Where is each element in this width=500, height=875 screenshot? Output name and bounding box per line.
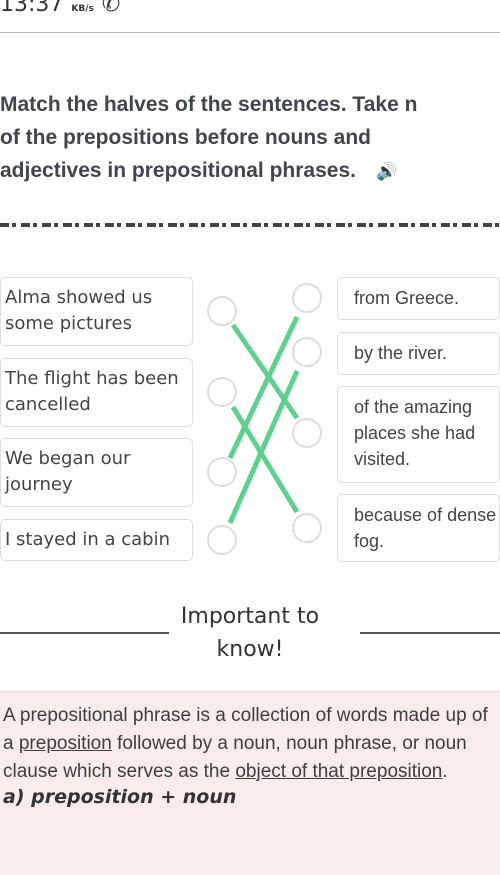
left-connector[interactable] (207, 377, 237, 407)
left-connector[interactable] (207, 525, 237, 555)
important-heading: Important to know! (0, 600, 500, 666)
right-connector[interactable] (292, 513, 322, 543)
left-connector[interactable] (207, 457, 237, 487)
preposition-link[interactable]: preposition (19, 733, 112, 754)
right-connector[interactable] (292, 283, 322, 313)
info-part: . (442, 761, 448, 782)
info-text: A prepositional phrase is a collection o… (3, 702, 493, 786)
important-title: Important to know! (180, 604, 320, 662)
match-lines (227, 315, 300, 525)
right-connector[interactable] (292, 337, 322, 367)
right-connector[interactable] (292, 418, 322, 448)
info-box: A prepositional phrase is a collection o… (0, 691, 500, 875)
object-link[interactable]: object of that preposition (235, 761, 442, 782)
subheading: a) preposition + noun (3, 786, 237, 808)
left-connector[interactable] (207, 296, 237, 326)
